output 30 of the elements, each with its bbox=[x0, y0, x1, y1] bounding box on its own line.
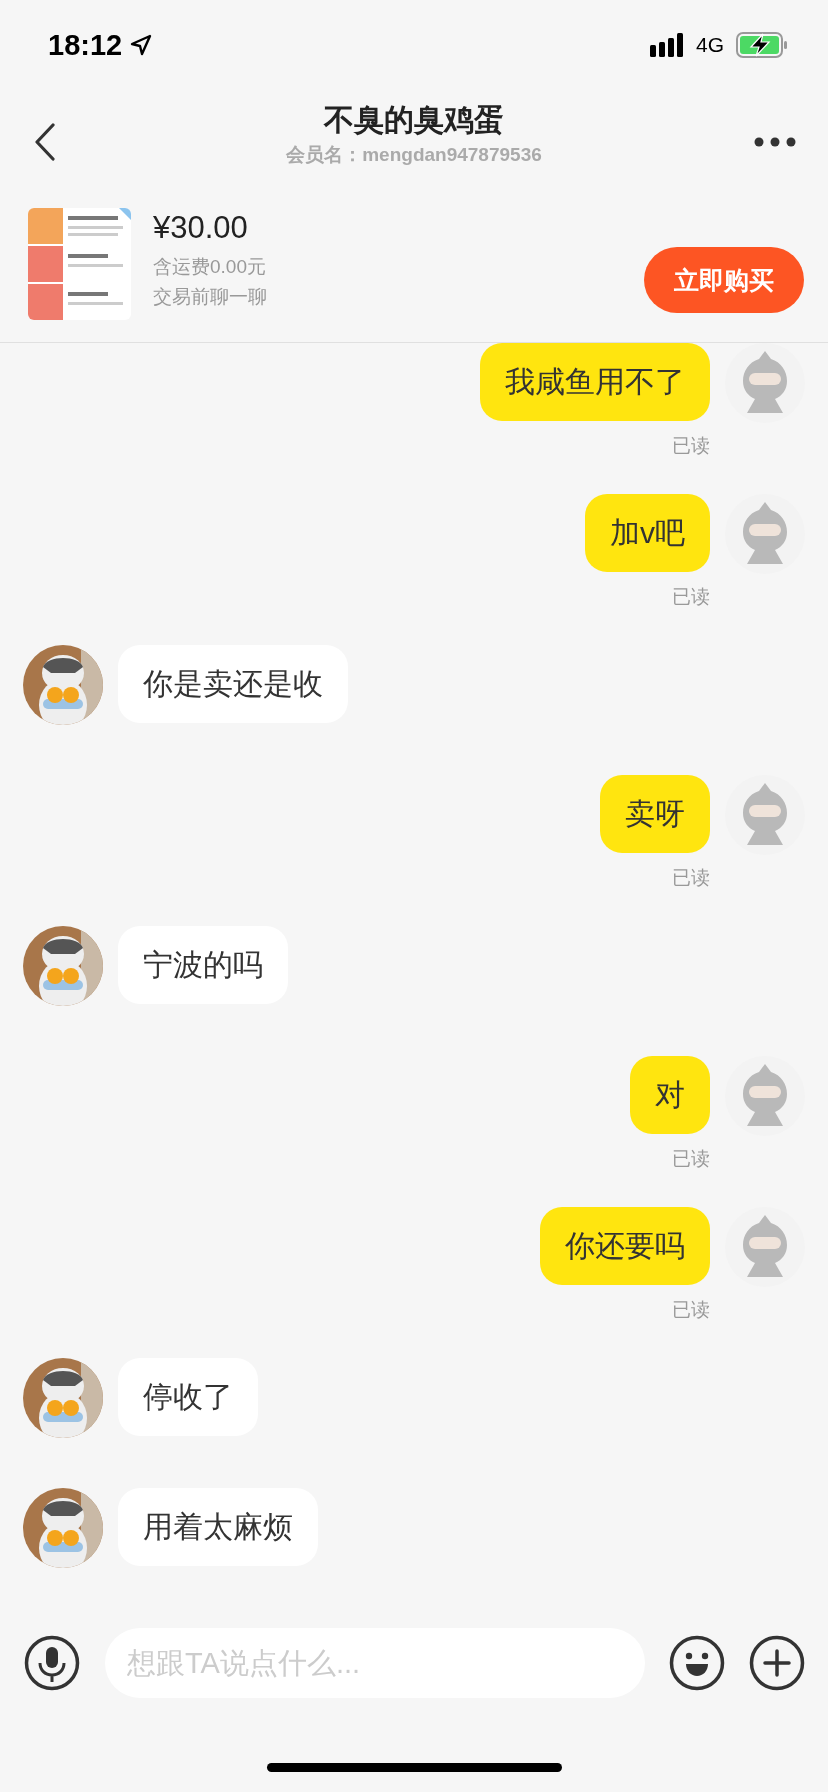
buy-now-button[interactable]: 立即购买 bbox=[644, 247, 804, 313]
location-arrow-icon bbox=[130, 34, 153, 56]
message-bubble: 卖呀 bbox=[600, 775, 710, 853]
message-bubble: 你还要吗 bbox=[540, 1207, 710, 1285]
message-bubble: 用着太麻烦 bbox=[118, 1488, 318, 1566]
read-status: 已读 bbox=[672, 585, 710, 609]
back-icon[interactable] bbox=[34, 123, 56, 161]
message-bubble: 你是卖还是收 bbox=[118, 645, 348, 723]
message-bubble: 宁波的吗 bbox=[118, 926, 288, 1004]
read-status: 已读 bbox=[672, 1298, 710, 1322]
shipping-fee: 含运费0.00元 bbox=[153, 255, 267, 279]
more-icon[interactable] bbox=[754, 137, 796, 147]
read-status: 已读 bbox=[672, 434, 710, 458]
message-bubble: 停收了 bbox=[118, 1358, 258, 1436]
network-label: 4G bbox=[696, 33, 724, 57]
chat-title: 不臭的臭鸡蛋 bbox=[324, 102, 504, 138]
status-time: 18:12 bbox=[48, 28, 123, 62]
member-name: 会员名：mengdan947879536 bbox=[286, 143, 542, 167]
emoji-icon[interactable] bbox=[669, 1635, 725, 1691]
message-bubble: 我咸鱼用不了 bbox=[480, 343, 710, 421]
message-bubble: 对 bbox=[630, 1056, 710, 1134]
message-bubble: 加v吧 bbox=[585, 494, 710, 572]
plus-icon[interactable] bbox=[749, 1635, 805, 1691]
signal-icon bbox=[650, 33, 684, 57]
read-status: 已读 bbox=[672, 1147, 710, 1171]
battery-charging-icon bbox=[736, 32, 788, 58]
read-status: 已读 bbox=[672, 866, 710, 890]
chat-hint: 交易前聊一聊 bbox=[153, 285, 268, 309]
product-price: ¥30.00 bbox=[153, 209, 249, 247]
microphone-icon[interactable] bbox=[24, 1635, 80, 1691]
